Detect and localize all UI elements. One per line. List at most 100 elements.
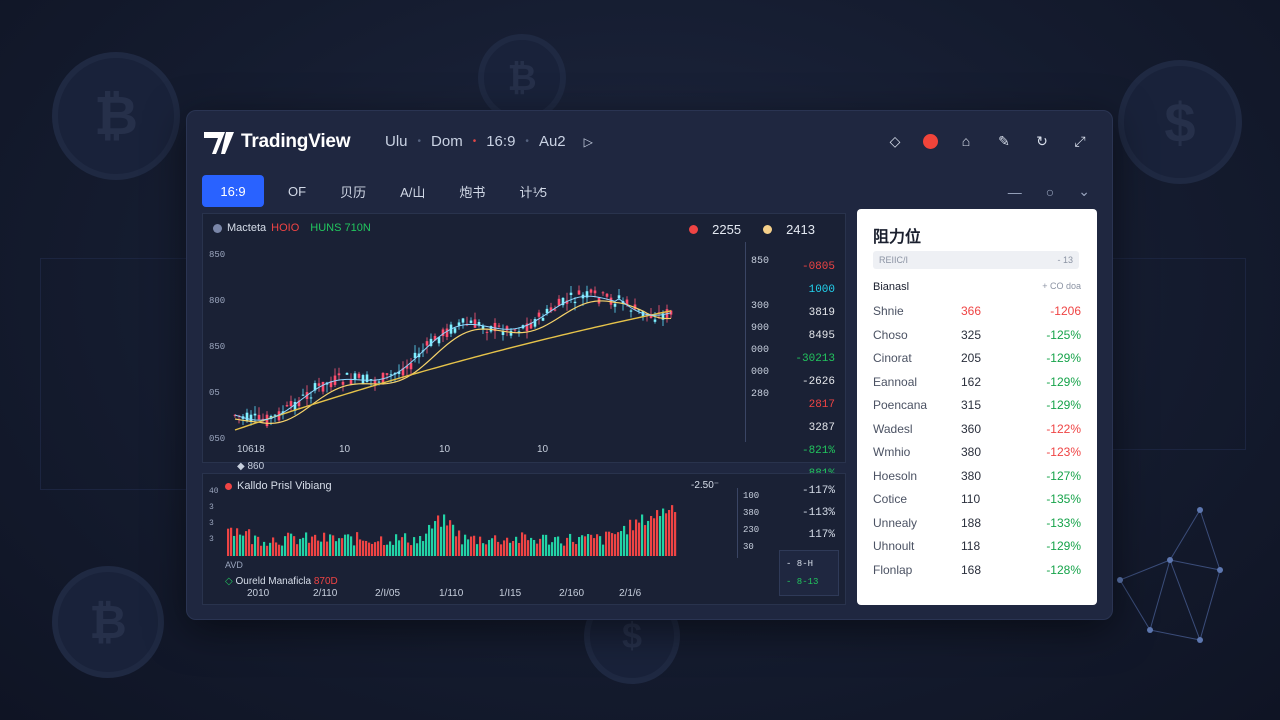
title-menu-item[interactable]: 16:9 — [486, 133, 515, 150]
row-change: -1206 — [1050, 304, 1081, 318]
x-label: 10 — [537, 444, 549, 455]
watchlist-row[interactable]: Cinorat 205 -129% — [873, 348, 1081, 368]
row-value: 325 — [961, 327, 982, 342]
refresh-icon[interactable]: ↻ — [1032, 131, 1052, 151]
y-tick: 380 — [743, 508, 760, 518]
circle-icon[interactable]: ○ — [1046, 184, 1054, 200]
record-icon[interactable] — [923, 133, 938, 149]
volume-bar — [518, 542, 521, 556]
toolbar-button[interactable]: 贝历 — [330, 175, 376, 207]
volume-bar — [428, 524, 431, 556]
expand-icon[interactable]: ⤢ — [1070, 131, 1090, 151]
candle-body — [265, 414, 269, 427]
minimize-icon[interactable]: — — [1008, 184, 1022, 200]
volume-bar — [359, 539, 362, 556]
toolbar-button[interactable]: A/山 — [390, 175, 435, 207]
logo[interactable]: TradingView — [203, 128, 351, 156]
toolbar-button[interactable]: 炮书 — [449, 175, 495, 207]
volume-bar — [542, 534, 545, 556]
volume-bar — [347, 534, 350, 556]
mini-box[interactable]: - 8-H - 8-13 — [779, 550, 839, 596]
side-value: -821% — [801, 445, 835, 457]
candle-body — [613, 303, 617, 307]
play-icon[interactable]: ▷ — [584, 135, 593, 149]
search-hint: - 13 — [1057, 255, 1073, 265]
price-chart-panel[interactable]: Macteta HOIO HUNS 710N 2255 2413 850 800… — [202, 213, 846, 480]
watchlist-search-input[interactable]: REIIC/I - 13 — [873, 251, 1079, 269]
volume-bar — [266, 545, 269, 556]
row-name: Cotice — [873, 492, 908, 506]
y-tick: 850 — [209, 342, 226, 352]
y-tick: 40 — [209, 487, 219, 496]
row-value: 380 — [961, 445, 982, 459]
volume-bar — [383, 545, 386, 556]
volume-bar — [404, 533, 407, 556]
volume-bar — [434, 521, 437, 556]
volume-bar — [452, 524, 455, 556]
y-tick: 3 — [209, 503, 214, 512]
watchlist-header: Bianasl + CO doa — [873, 281, 1081, 293]
toolbar-button[interactable]: 计⅟5 — [509, 175, 557, 207]
watchlist-row[interactable]: Wmhio 380 -123% — [873, 442, 1081, 462]
volume-bar — [290, 533, 293, 556]
watchlist-row[interactable]: Cotice 110 -135% — [873, 489, 1081, 509]
watchlist-row[interactable]: Poencana 315 -129% — [873, 395, 1081, 415]
volume-bar — [521, 532, 524, 556]
candle-body — [469, 320, 473, 324]
indicator-value: 870D — [313, 576, 338, 587]
volume-bar — [626, 534, 629, 556]
timeframe-button-active[interactable]: 16:9 — [202, 175, 264, 207]
candle-body — [557, 298, 561, 306]
volume-bar — [260, 545, 263, 556]
title-menu-item[interactable]: Dom — [431, 133, 463, 150]
volume-bar — [386, 544, 389, 556]
home-icon[interactable]: ⌂ — [956, 131, 976, 151]
watchlist-row[interactable]: Hoesoln 380 -127% — [873, 466, 1081, 486]
edit-icon[interactable]: ✎ — [994, 131, 1014, 151]
candle-body — [589, 289, 593, 293]
y-tick: 050 — [209, 434, 226, 444]
volume-panel[interactable]: Kalldo Prisl Vibiang -2.50⁻ 40 3 3 3 AVD… — [202, 473, 846, 605]
diamond-icon[interactable]: ◇ — [885, 131, 905, 151]
mini-value: - 8-H — [786, 559, 814, 569]
toolbar-button[interactable]: OF — [278, 175, 316, 207]
volume-bar — [617, 532, 620, 556]
volume-left-axis: 40 3 3 3 — [209, 484, 219, 548]
chevron-down-icon[interactable]: ⌄ — [1078, 183, 1090, 200]
left-axis: 850 800 850 05 050 — [209, 250, 225, 444]
volume-bar — [590, 534, 593, 556]
candle-body — [601, 292, 605, 294]
watchlist-row[interactable]: Flonlap 168 -128% — [873, 560, 1081, 580]
volume-bar — [665, 513, 668, 556]
toolbar: 16:9 OF 贝历 A/山 炮书 计⅟5 — [202, 175, 557, 207]
y-tick: 05 — [209, 388, 220, 398]
volume-bar — [593, 538, 596, 556]
volume-bar — [479, 536, 482, 556]
watchlist-row[interactable]: Eannoal 162 -129% — [873, 372, 1081, 392]
volume-bar — [374, 542, 377, 556]
watchlist-row[interactable]: Wadesl 360 -122% — [873, 419, 1081, 439]
volume-bar — [449, 520, 452, 556]
candle-body — [485, 331, 489, 333]
y-tick: 900 — [751, 323, 770, 334]
background-table — [670, 40, 970, 110]
volume-bar — [254, 535, 257, 556]
volume-bar — [227, 528, 230, 556]
watchlist-row[interactable]: Unnealy 188 -133% — [873, 513, 1081, 533]
y-tick: 850 — [209, 250, 226, 260]
title-menu-item[interactable]: Ulu — [385, 133, 408, 150]
title-menu-item[interactable]: Au2 — [539, 133, 566, 150]
watchlist-row[interactable]: Choso 325 -125% — [873, 325, 1081, 345]
search-placeholder: REIIC/I — [879, 255, 909, 265]
volume-bar — [599, 536, 602, 556]
candle-body — [461, 318, 465, 323]
chart-footer-label: ◆ 860 — [237, 461, 265, 472]
volume-bar — [659, 516, 662, 556]
watchlist-row[interactable]: Shnie 366 -1206 — [873, 301, 1081, 321]
volume-bar — [443, 514, 446, 556]
row-value: 110 — [961, 492, 981, 506]
row-value: 168 — [961, 562, 982, 577]
axis-divider — [737, 488, 738, 558]
volume-bar — [326, 541, 329, 556]
watchlist-row[interactable]: Uhnoult 118 -129% — [873, 536, 1081, 556]
